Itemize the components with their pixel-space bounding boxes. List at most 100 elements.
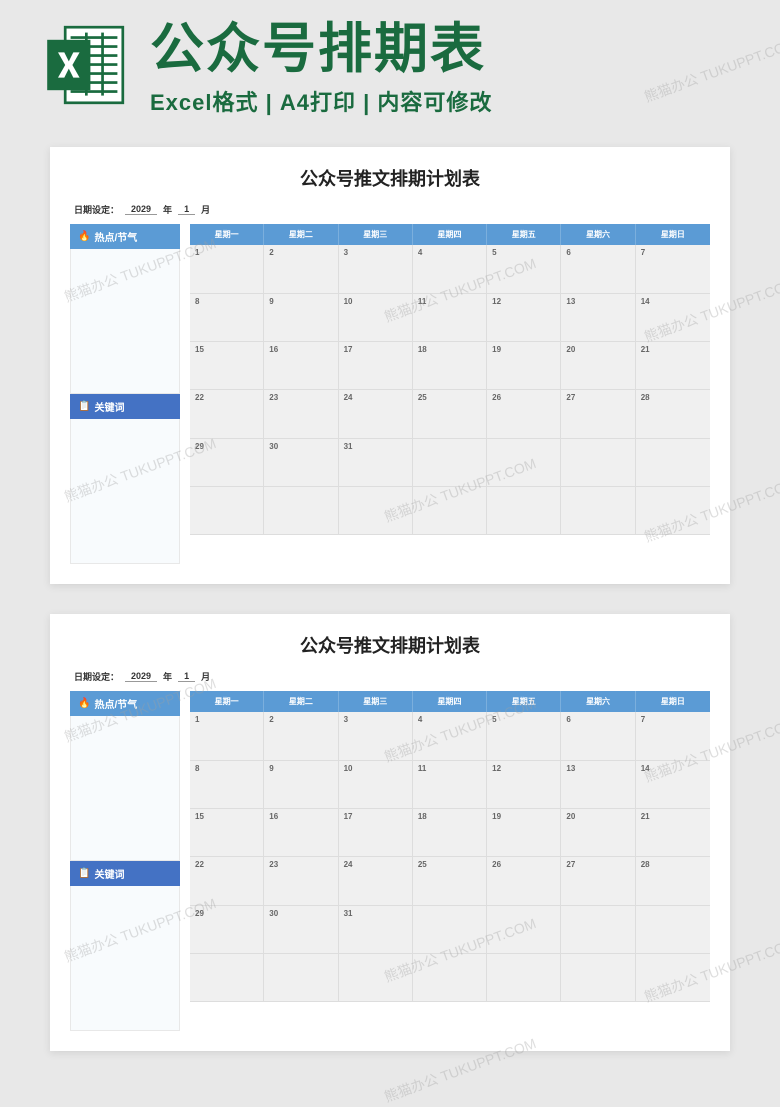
weekday-cell: 星期三: [339, 691, 413, 712]
day-cell: 21: [636, 342, 710, 390]
page-header: 公众号排期表 Excel格式 | A4打印 | 内容可修改: [0, 0, 780, 147]
day-cell: 9: [264, 761, 338, 809]
day-cell: 15: [190, 342, 264, 390]
month-value: 1: [178, 204, 195, 215]
weekday-cell: 星期日: [636, 691, 710, 712]
day-cell: 16: [264, 342, 338, 390]
sidebar-keywords-body: [70, 886, 180, 1031]
day-cell: 10: [339, 294, 413, 342]
day-cell: 26: [487, 857, 561, 905]
calendar: 星期一星期二星期三星期四星期五星期六星期日 123456789101112131…: [190, 691, 710, 1031]
day-cell: [561, 954, 635, 1002]
day-cell: 13: [561, 761, 635, 809]
day-cell: 17: [339, 809, 413, 857]
day-cell: 1: [190, 245, 264, 293]
hotspot-label: 热点/节气: [94, 696, 137, 711]
sidebar-hotspot-section: 🔥 热点/节气: [70, 224, 180, 394]
day-cell: 25: [413, 390, 487, 438]
month-value: 1: [178, 671, 195, 682]
day-cell: 6: [561, 245, 635, 293]
doc-title: 公众号推文排期计划表: [70, 165, 710, 191]
weekday-cell: 星期六: [561, 691, 635, 712]
sidebar-keywords-section: 📋 关键词: [70, 394, 180, 564]
day-cell: [487, 906, 561, 954]
month-suffix: 月: [201, 670, 210, 683]
day-cell: 20: [561, 809, 635, 857]
day-cell: 14: [636, 294, 710, 342]
sidebar-hotspot-header: 🔥 热点/节气: [70, 224, 180, 249]
day-cell: 5: [487, 712, 561, 760]
sidebar-hotspot-header: 🔥 热点/节气: [70, 691, 180, 716]
sidebar-keywords-header: 📋 关键词: [70, 861, 180, 886]
day-cell: 30: [264, 906, 338, 954]
day-cell: [636, 439, 710, 487]
day-cell: 5: [487, 245, 561, 293]
calendar-body: 1234567891011121314151617181920212223242…: [190, 245, 710, 535]
day-cell: [190, 954, 264, 1002]
day-cell: 7: [636, 712, 710, 760]
preview-card-2: 公众号推文排期计划表 日期设定： 2029 年 1 月 🔥 热点/节气 📋: [50, 614, 730, 1051]
date-row: 日期设定： 2029 年 1 月: [70, 203, 710, 216]
weekday-cell: 星期四: [413, 224, 487, 245]
keywords-label: 关键词: [94, 399, 124, 414]
flame-icon: 🔥: [78, 698, 90, 709]
weekday-cell: 星期六: [561, 224, 635, 245]
weekday-cell: 星期日: [636, 224, 710, 245]
day-cell: 2: [264, 245, 338, 293]
date-row: 日期设定： 2029 年 1 月: [70, 670, 710, 683]
day-cell: [487, 954, 561, 1002]
day-cell: [487, 439, 561, 487]
day-cell: [413, 954, 487, 1002]
day-cell: 30: [264, 439, 338, 487]
day-cell: 1: [190, 712, 264, 760]
day-cell: 12: [487, 294, 561, 342]
calendar-header: 星期一星期二星期三星期四星期五星期六星期日: [190, 224, 710, 245]
content-row: 🔥 热点/节气 📋 关键词 星期一星期二星期三星期四星期五星期六星期日: [70, 691, 710, 1031]
keywords-label: 关键词: [94, 866, 124, 881]
day-cell: 31: [339, 439, 413, 487]
sub-title: Excel格式 | A4打印 | 内容可修改: [150, 85, 492, 117]
day-cell: 21: [636, 809, 710, 857]
day-cell: 19: [487, 342, 561, 390]
doc-title: 公众号推文排期计划表: [70, 632, 710, 658]
day-cell: 28: [636, 857, 710, 905]
day-cell: 11: [413, 294, 487, 342]
day-cell: [487, 487, 561, 535]
day-cell: [561, 906, 635, 954]
day-cell: 14: [636, 761, 710, 809]
weekday-cell: 星期一: [190, 691, 264, 712]
calendar-header: 星期一星期二星期三星期四星期五星期六星期日: [190, 691, 710, 712]
year-suffix: 年: [163, 203, 172, 216]
weekday-cell: 星期一: [190, 224, 264, 245]
day-cell: [561, 439, 635, 487]
flame-icon: 🔥: [78, 231, 90, 242]
header-text: 公众号排期表 Excel格式 | A4打印 | 内容可修改: [150, 20, 492, 117]
hotspot-label: 热点/节气: [94, 229, 137, 244]
day-cell: 25: [413, 857, 487, 905]
weekday-cell: 星期五: [487, 224, 561, 245]
calendar-body: 1234567891011121314151617181920212223242…: [190, 712, 710, 1002]
day-cell: 26: [487, 390, 561, 438]
day-cell: 28: [636, 390, 710, 438]
day-cell: 6: [561, 712, 635, 760]
day-cell: 27: [561, 390, 635, 438]
day-cell: 3: [339, 712, 413, 760]
day-cell: 12: [487, 761, 561, 809]
month-suffix: 月: [201, 203, 210, 216]
day-cell: 4: [413, 712, 487, 760]
content-row: 🔥 热点/节气 📋 关键词 星期一星期二星期三星期四星期五星期六星期日: [70, 224, 710, 564]
calendar: 星期一星期二星期三星期四星期五星期六星期日 123456789101112131…: [190, 224, 710, 564]
day-cell: [636, 487, 710, 535]
day-cell: 17: [339, 342, 413, 390]
day-cell: 13: [561, 294, 635, 342]
day-cell: [339, 487, 413, 535]
day-cell: 15: [190, 809, 264, 857]
day-cell: 10: [339, 761, 413, 809]
sidebar-keywords-header: 📋 关键词: [70, 394, 180, 419]
day-cell: 16: [264, 809, 338, 857]
weekday-cell: 星期四: [413, 691, 487, 712]
day-cell: 22: [190, 857, 264, 905]
day-cell: [339, 954, 413, 1002]
weekday-cell: 星期三: [339, 224, 413, 245]
date-label: 日期设定：: [74, 203, 119, 216]
